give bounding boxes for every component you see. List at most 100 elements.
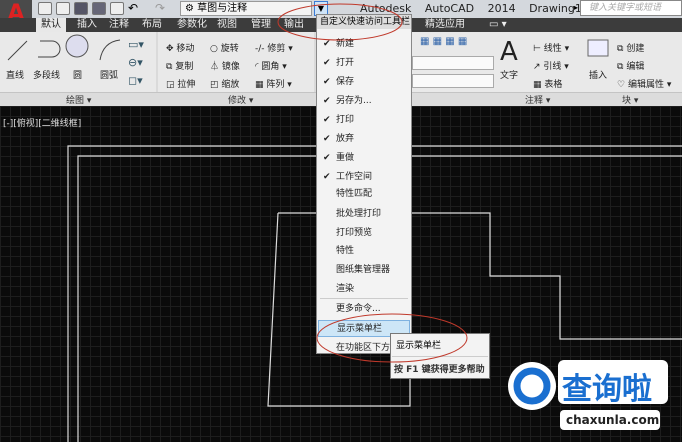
viewport-controls[interactable]: [-][俯视][二维线框] [3, 116, 81, 129]
menu-item-label: 批处理打印 [336, 209, 382, 219]
table-icon: ▦ [533, 80, 542, 90]
region-icon[interactable]: ◻▾ [128, 74, 143, 87]
menu-item[interactable]: 特性 [318, 243, 410, 260]
edit-attributes-button[interactable]: ♡ 编辑属性 ▾ [617, 77, 671, 90]
layer-dropdown[interactable] [412, 56, 494, 70]
linear-dim-button[interactable]: ⊢ 线性 ▾ [533, 41, 569, 54]
menu-item[interactable]: ✔ 打开 [318, 55, 410, 72]
tab-layout[interactable]: 布局 [137, 18, 167, 32]
array-button[interactable]: ▦ 阵列 ▾ [255, 77, 292, 90]
scale-icon: ◰ [210, 80, 219, 90]
mirror-button[interactable]: ⏃ 镜像 [210, 59, 240, 72]
tab-manage[interactable]: 管理 [246, 18, 276, 32]
menu-item[interactable]: 批处理打印 [318, 206, 410, 223]
search-input[interactable]: 键入关键字或短语 [580, 0, 682, 16]
tab-annotate[interactable]: 注释 [104, 18, 134, 32]
arc-button[interactable]: 圆弧 [100, 68, 118, 81]
tab-default[interactable]: 默认 [36, 18, 66, 32]
menu-item[interactable]: ✔ 打印 [318, 112, 410, 129]
arc-icon [99, 39, 121, 61]
layer-dropdown-2[interactable] [412, 74, 494, 88]
insert-block-icon [587, 39, 609, 57]
rotate-button[interactable]: ○ 旋转 [210, 41, 239, 54]
menu-item-label: 显示菜单栏 [337, 324, 383, 334]
circle-button[interactable]: 圆 [73, 68, 82, 81]
tab-featured-apps[interactable]: 精选应用 [420, 18, 470, 32]
checkmark-icon: ✔ [323, 115, 331, 125]
menu-item[interactable]: ✔ 工作空间 [318, 169, 410, 186]
layer-icons[interactable]: ▦ ▦ ▦ ▦ [420, 36, 494, 50]
checkmark-icon: ✔ [323, 39, 331, 49]
save-icon[interactable] [74, 2, 88, 15]
menu-item-label: 特性匹配 [336, 189, 373, 199]
menu-item[interactable]: ✔ 放弃 [318, 131, 410, 148]
open-icon[interactable] [56, 2, 70, 15]
polyline-button[interactable]: 多段线 [33, 68, 60, 81]
trim-icon: -/- [255, 44, 265, 54]
copy-button[interactable]: ⧉ 复制 [166, 59, 193, 72]
menu-item[interactable]: 打印预览 [318, 225, 410, 242]
rotate-icon: ○ [210, 44, 218, 54]
trim-button[interactable]: -/- 修剪 ▾ [255, 41, 293, 54]
scale-button[interactable]: ◰ 缩放 [210, 77, 239, 90]
draw-panel-label[interactable]: 绘图 ▾ [66, 93, 91, 106]
redo-icon[interactable]: ↷ [155, 1, 165, 15]
menu-item[interactable]: 渲染 [318, 281, 410, 298]
menu-item-label: 放弃 [336, 134, 355, 144]
tab-more-icon[interactable]: ▭ ▾ [484, 18, 512, 32]
save-as-icon[interactable] [92, 2, 106, 15]
menu-item-label: 打印预览 [336, 228, 373, 238]
menu-item[interactable]: ✔ 另存为... [318, 93, 410, 110]
menu-item[interactable]: 更多命令... [318, 301, 410, 318]
tooltip-separator [392, 356, 488, 357]
menu-item[interactable]: ✔ 新建 [318, 36, 410, 53]
annotation-panel-label[interactable]: 注释 ▾ [525, 93, 550, 106]
edit-block-button[interactable]: ⧉ 编辑 [617, 59, 644, 72]
watermark-text: 查询啦 [562, 372, 652, 407]
linear-icon: ⊢ [533, 44, 541, 54]
tab-view[interactable]: 视图 [212, 18, 242, 32]
tab-output[interactable]: 输出 [279, 18, 309, 32]
attribute-icon: ♡ [617, 80, 626, 90]
menu-item-label: 特性 [336, 246, 355, 256]
block-panel-label[interactable]: 块 ▾ [622, 93, 638, 106]
checkmark-icon: ✔ [323, 96, 331, 106]
text-button[interactable]: 文字 [500, 68, 518, 81]
search-arrow-icon[interactable]: ▸ [574, 3, 578, 12]
workspace-value: 草图与注释 [197, 3, 248, 14]
move-button[interactable]: ✥ 移动 [166, 41, 194, 54]
line-button[interactable]: 直线 [6, 68, 24, 81]
create-block-button[interactable]: ⧉ 创建 [617, 41, 644, 54]
new-icon[interactable] [38, 2, 52, 15]
menu-item-label: 打开 [336, 58, 355, 68]
menu-item[interactable]: 特性匹配 [318, 186, 410, 203]
tab-parametric[interactable]: 参数化 [172, 18, 212, 32]
table-button[interactable]: ▦ 表格 [533, 77, 562, 90]
modify-panel-label[interactable]: 修改 ▾ [228, 93, 253, 106]
tab-insert[interactable]: 插入 [72, 18, 102, 32]
menu-item[interactable]: ✔ 保存 [318, 74, 410, 91]
watermark-logo: 查询啦 chaxunla.com [500, 358, 675, 438]
menu-item-label: 更多命令... [336, 304, 381, 314]
fillet-button[interactable]: ◜ 圆角 ▾ [255, 59, 287, 72]
print-icon[interactable] [110, 2, 124, 15]
stretch-button[interactable]: ◲ 拉伸 [166, 77, 195, 90]
leader-button[interactable]: ↗ 引线 ▾ [533, 59, 569, 72]
leader-icon: ↗ [533, 62, 541, 72]
menu-item-label: 图纸集管理器 [336, 265, 391, 275]
menu-item-label: 渲染 [336, 284, 355, 294]
checkmark-icon: ✔ [323, 153, 331, 163]
workspace-select[interactable]: ⚙ 草图与注释 [180, 1, 312, 16]
menu-item[interactable]: ✔ 重做 [318, 150, 410, 167]
hatch-icon[interactable]: ⊖▾ [128, 56, 143, 69]
watermark-url: chaxunla.com [566, 413, 660, 427]
menu-item-label: 打印 [336, 115, 355, 125]
undo-icon[interactable]: ↶ [128, 1, 138, 15]
array-icon: ▦ [255, 80, 264, 90]
rectangle-icon[interactable]: ▭▾ [128, 38, 144, 51]
checkmark-icon: ✔ [323, 172, 331, 182]
menu-item-label: 工作空间 [336, 172, 373, 182]
menu-item[interactable]: 图纸集管理器 [318, 262, 410, 279]
checkmark-icon: ✔ [323, 134, 331, 144]
insert-button[interactable]: 插入 [589, 68, 607, 81]
